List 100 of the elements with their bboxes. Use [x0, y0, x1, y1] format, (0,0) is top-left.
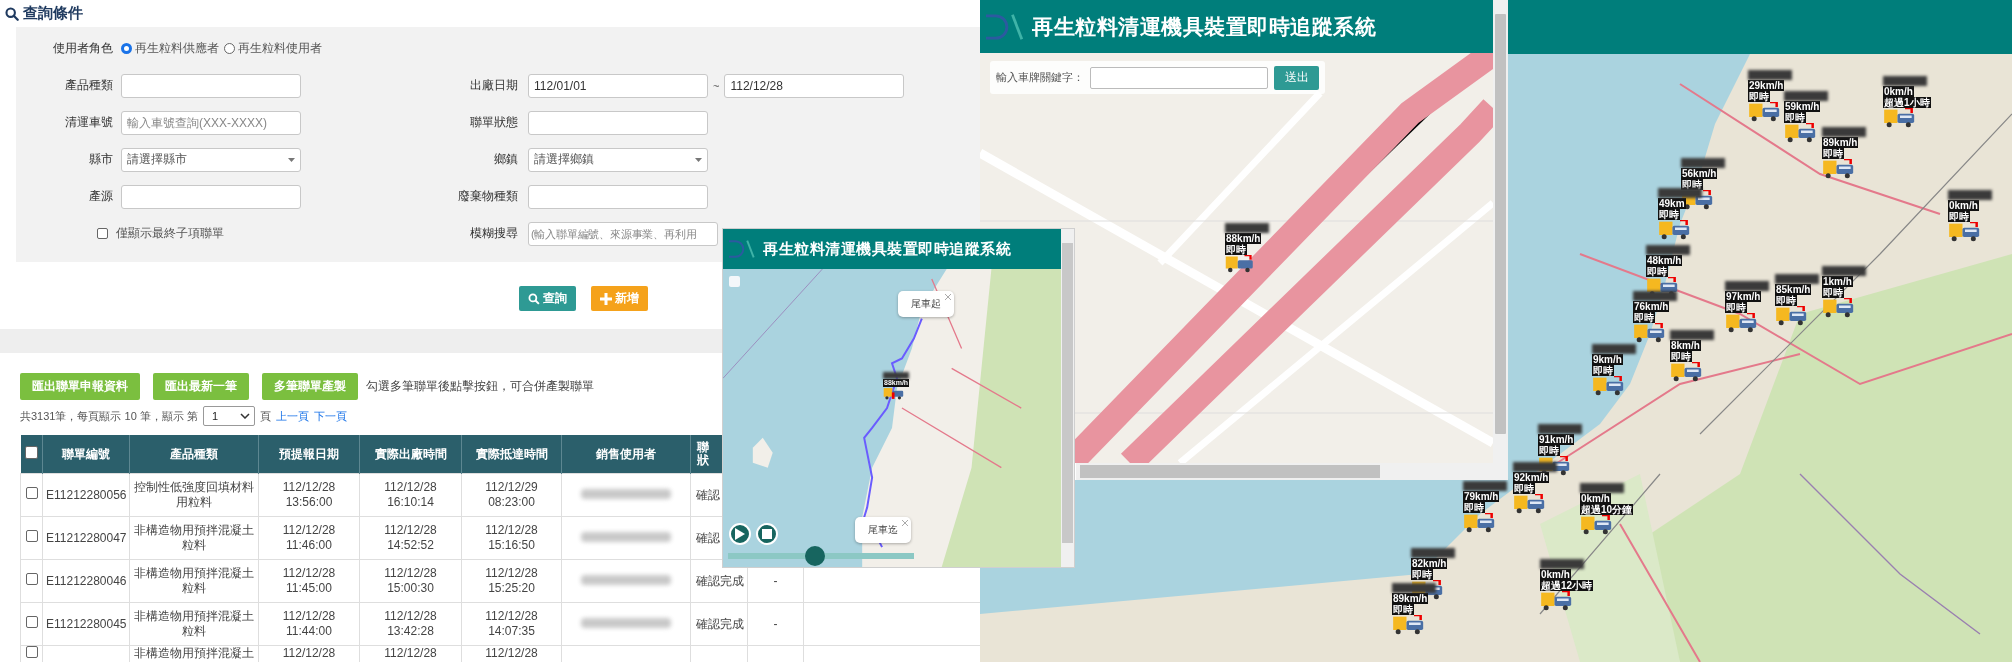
caret-icon: [695, 157, 702, 162]
status-label: 即時: [1725, 302, 1747, 313]
text-field[interactable]: [528, 110, 708, 135]
field-label: 廢棄物種類: [458, 188, 518, 205]
table-cell: 112/12/28: [384, 646, 437, 660]
table-cell: E11212280046: [46, 573, 127, 588]
truck-icon: [1775, 306, 1809, 326]
dropdown-field[interactable]: 請選擇縣市: [121, 147, 301, 172]
scrollbar[interactable]: [1076, 463, 1493, 480]
scrollbar[interactable]: [1061, 229, 1074, 567]
date-field[interactable]: 112/01/01: [528, 73, 708, 98]
text-field[interactable]: 輸入車號查詢(XXX-XXXX): [121, 110, 301, 135]
blurred-plate: [1538, 424, 1582, 434]
field-label: 出廠日期: [470, 77, 518, 94]
blurred-plate: [883, 372, 909, 379]
speed-label: 76km/h: [1633, 301, 1670, 312]
select-all-checkbox[interactable]: [24, 446, 38, 459]
speed-label: 56km/h: [1681, 168, 1718, 179]
speed-label: 82km/h: [1411, 558, 1448, 569]
table-cell: E11212280047: [46, 530, 127, 545]
dropdown-field[interactable]: 請選擇鄉鎮: [528, 147, 708, 172]
blurred-plate: [1822, 266, 1866, 276]
table-cell: 確認完成: [696, 616, 744, 631]
text-field[interactable]: [121, 73, 301, 98]
column-header: 實際出廠時間: [374, 447, 447, 461]
play-icon: [735, 528, 745, 540]
page-select[interactable]: 1: [202, 406, 255, 426]
status-label: 即時: [1633, 312, 1655, 323]
truck-icon: [1822, 159, 1856, 179]
status-label: 即時: [1775, 295, 1797, 306]
speed-label: 29km/h: [1748, 80, 1785, 91]
table-cell: 控制性低強度回填材料用粒料: [134, 480, 254, 509]
window-title: 再生粒料清運機具裝置即時追蹤系統: [763, 239, 1011, 259]
row-checkbox[interactable]: [25, 530, 38, 542]
blurred-plate: [1513, 462, 1557, 472]
table-cell: 112/12/28 14:07:35: [485, 609, 538, 638]
text-field[interactable]: [121, 184, 301, 209]
blurred-plate: [1411, 548, 1455, 558]
table-cell: 非構造物用預拌混凝土粒料: [134, 609, 254, 638]
text-field[interactable]: [528, 184, 708, 209]
field-label: 產源: [89, 188, 113, 205]
pager-summary: 共3131筆，每頁顯示 10 筆，顯示 第: [20, 408, 198, 424]
truck-icon: [1670, 362, 1704, 382]
field-label: 聯單狀態: [470, 114, 518, 131]
slider-thumb[interactable]: [805, 546, 826, 566]
truck-icon: [883, 387, 905, 400]
close-icon[interactable]: [945, 294, 951, 300]
date-field[interactable]: 112/12/28: [724, 73, 905, 98]
close-icon[interactable]: [902, 520, 908, 526]
table-cell: 112/12/29 08:23:00: [485, 480, 538, 509]
text-field[interactable]: (輸入聯單編號、來源事業、再利用: [528, 221, 718, 246]
stop-icon: [762, 529, 772, 539]
status-label: 即時: [1225, 244, 1247, 255]
speed-label: 9km/h: [1592, 354, 1623, 365]
status-label: 即時: [1592, 365, 1614, 376]
field-label: 產品種類: [65, 77, 113, 94]
status-label: 即時: [1513, 483, 1535, 494]
next-page-link[interactable]: 下一頁: [313, 408, 347, 424]
plate-search-field[interactable]: [1090, 66, 1268, 89]
speed-label: 0km/h: [1948, 200, 1979, 211]
speed-label: 48km/h: [1646, 255, 1683, 266]
row-checkbox[interactable]: [25, 487, 38, 499]
truck-icon: [1633, 323, 1667, 343]
status-label: 即時: [1748, 91, 1770, 102]
table-cell: 非構造物用預拌混凝土: [134, 646, 254, 660]
table-cell: 112/12/28: [282, 646, 336, 660]
blurred-plate: [1392, 583, 1436, 593]
status-label: 即時: [1411, 569, 1433, 580]
blurred-plate: [1670, 330, 1714, 340]
row-checkbox[interactable]: [25, 616, 38, 628]
prev-page-link[interactable]: 上一頁: [275, 408, 309, 424]
speed-label: 97km/h: [1725, 291, 1762, 302]
table-cell: 確認: [696, 530, 720, 545]
search-label: 輸入車牌關鍵字：: [996, 70, 1084, 85]
table-cell: 確認: [696, 487, 720, 502]
truck-icon: [1592, 376, 1626, 396]
table-cell: 112/12/28 11:45:00: [282, 566, 336, 595]
row-checkbox[interactable]: [25, 646, 38, 658]
blurred-plate: [1883, 76, 1927, 86]
speed-label: 8km/h: [1670, 340, 1701, 351]
layer-toggle[interactable]: [729, 276, 740, 287]
speed-label: 92km/h: [1513, 472, 1550, 483]
table-cell: 112/12/28 14:52:52: [384, 523, 437, 552]
search-icon: [528, 292, 540, 305]
speed-label: 0km/h: [1540, 569, 1571, 580]
checkbox-option[interactable]: 僅顯示最終子項聯單: [97, 225, 224, 242]
status-label: 超過1小時: [1883, 97, 1931, 108]
truck-icon: [1784, 123, 1818, 143]
speed-label: 91km/h: [1538, 434, 1575, 445]
column-header: 產品種類: [170, 447, 218, 461]
truck-icon: [1463, 513, 1497, 533]
radio-option[interactable]: 再生粒料供應者: [121, 40, 219, 57]
blurred-plate: [1658, 188, 1702, 198]
hint-text: 勾選多筆聯單後點擊按鈕，可合併產製聯單: [366, 378, 594, 395]
radio-option[interactable]: 再生粒料使用者: [224, 40, 322, 57]
column-header: 聯狀: [697, 440, 709, 468]
row-checkbox[interactable]: [25, 573, 38, 585]
field-label: 縣市: [89, 151, 113, 168]
table-cell: 112/12/28 13:42:28: [384, 609, 437, 638]
scrollbar[interactable]: [1493, 0, 1508, 480]
